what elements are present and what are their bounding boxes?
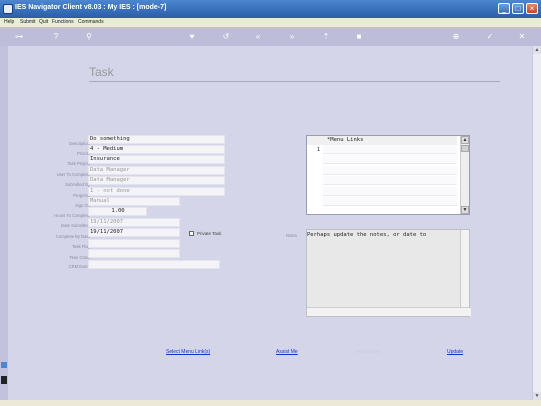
date-submitted-field[interactable]: 19/11/2007 [88, 218, 180, 227]
submitted-by-label: Submitted By [65, 182, 90, 187]
stop-icon[interactable]: ■ [354, 32, 364, 42]
window-titlebar: IES Navigator Client v8.03 : My IES : [m… [0, 0, 541, 18]
user-to-complete-field[interactable]: Data Manager [88, 166, 225, 175]
cancel-icon[interactable]: ✕ [517, 32, 527, 42]
description-label: Description [69, 141, 90, 146]
menu-help[interactable]: Help [4, 19, 14, 25]
time-class-label: Time Class [69, 255, 90, 260]
complete-by-date-label: Complete By Date [56, 234, 90, 239]
minimize-icon[interactable]: _ [498, 3, 510, 14]
task-project-label: Task Project [67, 161, 90, 166]
forward-icon[interactable]: » [287, 32, 297, 42]
lock-icon[interactable]: ⊕ [451, 32, 461, 42]
menu-quit[interactable]: Quit [39, 19, 48, 25]
view-event-link[interactable]: View Event [355, 349, 380, 355]
notes-textarea[interactable]: Perhaps update the notes, or date to [306, 229, 471, 317]
crm-event-label: CRM Event [68, 264, 90, 269]
assist-me-link[interactable]: Assist Me [276, 349, 298, 355]
notes-horizontal-scrollbar[interactable] [307, 307, 471, 316]
priority-field[interactable]: 4 - Medium [88, 145, 225, 154]
scroll-up-icon[interactable]: ▲ [461, 136, 469, 144]
private-task-label: Private Task [197, 231, 222, 236]
page-scrollbar[interactable]: ▲ ▼ [532, 46, 541, 400]
page-scroll-down-icon[interactable]: ▼ [533, 392, 541, 400]
crm-event-field[interactable] [88, 260, 220, 269]
hours-to-complete-label: Hours To Complete [54, 213, 90, 218]
sign-off-field[interactable]: Manual [88, 197, 180, 206]
menu-commands[interactable]: Commands [78, 19, 104, 25]
back-icon[interactable]: « [253, 32, 263, 42]
scroll-down-icon[interactable]: ▼ [461, 206, 469, 214]
select-menu-links-link[interactable]: Select Menu Link(s) [166, 349, 210, 355]
date-submitted-label: Date Submitted [61, 223, 90, 228]
page-title: Task [89, 65, 114, 79]
menu-links-scrollbar[interactable]: ▲ ▼ [460, 136, 469, 214]
menu-links-row[interactable] [323, 155, 457, 164]
sidebar-doc-icon[interactable] [1, 376, 7, 384]
menu-links-row[interactable] [323, 187, 457, 196]
menu-links-row[interactable] [323, 176, 457, 185]
menu-links-grid[interactable]: *Menu Links 1 ▲ ▼ [306, 135, 470, 215]
sign-off-label: Sign Off [74, 203, 90, 208]
menu-links-row[interactable] [323, 197, 457, 206]
submitted-by-field[interactable]: Data Manager [88, 176, 225, 185]
app-icon [3, 4, 13, 14]
favourite-icon[interactable]: ♥ [187, 32, 197, 42]
progress-label: Progress [73, 193, 90, 198]
task-form: Task Description Priority Task Project U… [8, 46, 532, 400]
progress-field[interactable]: 1 - not done [88, 187, 225, 196]
menu-functions[interactable]: Functions [52, 19, 74, 25]
sidebar-app-icon[interactable] [1, 362, 7, 368]
menu-submit[interactable]: Submit [20, 19, 36, 25]
maximize-icon[interactable]: □ [512, 3, 524, 14]
task-project-field[interactable]: Insurance [88, 155, 225, 164]
close-icon[interactable]: × [526, 3, 538, 14]
key-icon[interactable]: ⊶ [8, 32, 30, 42]
complete-by-date-field[interactable]: 19/11/2007 [88, 228, 180, 237]
ok-icon[interactable]: ✓ [485, 32, 495, 42]
task-flag-label: Task Flag [72, 244, 90, 249]
priority-label: Priority [76, 151, 90, 156]
hours-to-complete-field[interactable]: 1.00 [88, 207, 147, 216]
menu-links-row[interactable] [323, 166, 457, 175]
window-title: IES Navigator Client v8.03 : My IES : [m… [15, 4, 167, 11]
notes-label: Notes [286, 233, 297, 238]
title-divider [89, 81, 500, 82]
update-link[interactable]: Update [447, 349, 463, 355]
help-icon[interactable]: ? [51, 32, 61, 42]
search-icon[interactable]: ⚲ [84, 32, 94, 42]
pin-icon[interactable]: ⇡ [321, 32, 331, 42]
scroll-thumb[interactable] [461, 145, 469, 152]
time-class-field[interactable] [88, 249, 180, 258]
description-field[interactable]: Do something [88, 135, 225, 144]
menu-links-header: *Menu Links [307, 136, 457, 145]
notes-vertical-scrollbar[interactable] [460, 230, 469, 308]
page-scroll-up-icon[interactable]: ▲ [533, 46, 541, 54]
menu-bar: Help Submit Quit Functions Commands [0, 18, 541, 28]
user-to-complete-label: User To Complete [56, 172, 90, 177]
status-bar [0, 400, 541, 406]
notes-text: Perhaps update the notes, or date to [307, 232, 427, 238]
menu-links-row-number: 1 [317, 147, 321, 153]
private-task-checkbox[interactable] [189, 231, 194, 236]
menu-links-row[interactable] [323, 145, 457, 154]
history-icon[interactable]: ↺ [221, 32, 231, 42]
toolbar: ⊶ ? ⚲ ♥ ↺ « » ⇡ ■ ⊕ ✓ ✕ [0, 28, 541, 46]
task-flag-field[interactable] [88, 239, 180, 248]
sidebar [0, 46, 8, 400]
